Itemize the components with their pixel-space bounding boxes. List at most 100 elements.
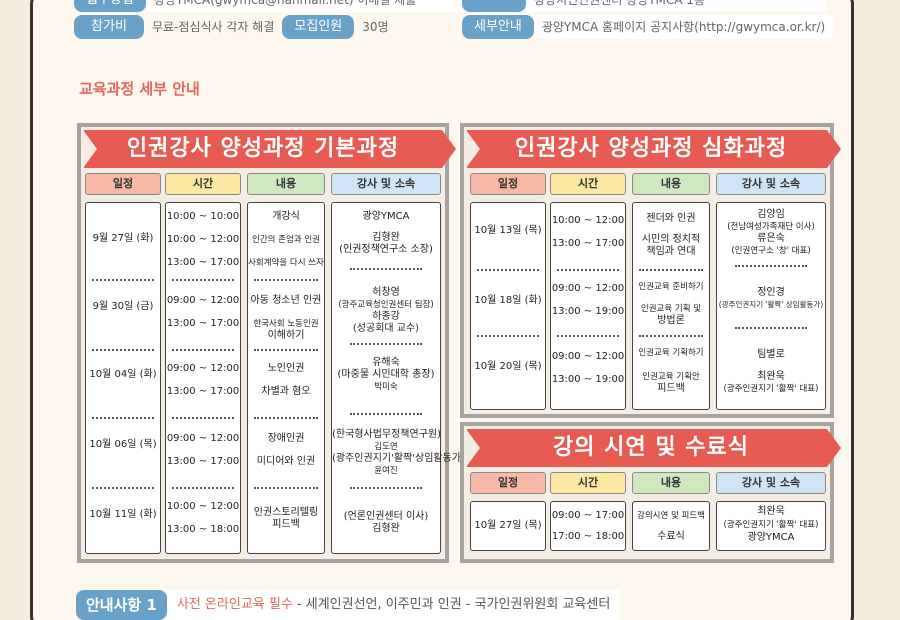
advanced-course-title: 인권강사 양성과정 심화과정 — [466, 130, 841, 168]
basic-date: 10월 11일 (화) — [89, 509, 157, 520]
basic-date: 9월 27일 (화) — [92, 233, 154, 244]
basic-speaker: 유해숙 — [372, 357, 400, 368]
advanced-speaker: (광주인권지기 '활짝' 상임활동가) — [718, 300, 824, 309]
info-row-details: 세부안내 광양YMCA 홈페이지 공지사항(http://gwymca.or.k… — [462, 15, 834, 39]
details-value: 광양YMCA 홈페이지 공지사항(http://gwymca.or.kr/) — [533, 15, 834, 39]
basic-speaker: 광양YMCA — [362, 211, 410, 222]
basic-speaker: 김형완 — [372, 523, 400, 534]
header-time: 시간 — [165, 173, 241, 195]
advanced-content: 책임과 연대 — [646, 246, 696, 257]
advanced-content: 인권교육 준비하기 — [638, 282, 704, 292]
basic-time-column: 10:00 ~ 10:00 10:00 ~ 12:00 13:00 ~ 17:0… — [165, 202, 241, 554]
basic-time: 13:00 ~ 17:00 — [166, 318, 240, 329]
basic-time: 09:00 ~ 12:00 — [166, 433, 240, 444]
basic-content: 차별과 혐오 — [261, 386, 311, 397]
basic-time: 13:00 ~ 17:00 — [166, 257, 240, 268]
fee-label: 참가비 — [74, 15, 144, 39]
advanced-speaker: 최완욱 — [757, 371, 785, 382]
basic-course-title: 인권강사 양성과정 기본과정 — [83, 130, 456, 168]
basic-speaker-column: 광양YMCA 김형완 (인권정책연구소 소장) 허창영 (광주교육청인권센터 팀… — [331, 202, 465, 554]
demo-time: 17:00 ~ 18:00 — [551, 531, 625, 542]
notice-body: - 세계인권선언, 이주민과 인권 - 국가인권위원회 교육센터 — [292, 597, 611, 612]
basic-speaker: 하종강 — [372, 311, 400, 322]
basic-time: 13:00 ~ 18:00 — [166, 524, 240, 535]
header-content: 내용 — [247, 173, 325, 195]
demo-speaker: 광양YMCA — [747, 532, 795, 543]
info-row-application: 접수방법 광양YMCA(gwymca@hanmail.net) 이메일 제출 — [74, 0, 476, 12]
advanced-time: 09:00 ~ 12:00 — [551, 283, 625, 294]
advanced-date: 10월 18일 (화) — [474, 295, 542, 306]
basic-content: 개강식 — [272, 211, 300, 222]
info-row-fee: 참가비 무료-점심식사 각자 해결 모집인원 30명 — [74, 15, 397, 39]
advanced-speaker: (전남여성가족재단 이사) — [727, 222, 815, 232]
header-content: 내용 — [632, 472, 710, 494]
advanced-speaker: 팀별로 — [757, 349, 785, 360]
basic-content: 미디어와 인권 — [256, 456, 316, 467]
basic-content-column: 개강식 인간의 존엄과 인권 사회계약을 다시 쓰자 아동 청소년 인권 한국사… — [247, 202, 325, 554]
advanced-course-box: 인권강사 양성과정 심화과정 일정 시간 내용 강사 및 소속 10월 13일 … — [460, 123, 841, 418]
advanced-time: 13:00 ~ 19:00 — [551, 374, 625, 385]
basic-content: 이해하기 — [267, 330, 305, 341]
notice-row: 안내사항 1 사전 온라인교육 필수 - 세계인권선언, 이주민과 인권 - 국… — [76, 590, 621, 620]
basic-time: 13:00 ~ 17:00 — [166, 456, 240, 467]
advanced-content: 인권교육 기획안 — [642, 372, 700, 382]
basic-content: 인권스토리텔링 — [253, 507, 319, 518]
basic-speaker: (인권정책연구소 소장) — [339, 244, 433, 255]
header-content: 내용 — [632, 173, 710, 195]
advanced-content: 방법론 — [657, 315, 685, 326]
basic-date: 10월 04일 (화) — [89, 369, 157, 380]
advanced-content: 인권교육 기획하기 — [638, 348, 704, 358]
notice-text: 사전 온라인교육 필수 - 세계인권선언, 이주민과 인권 - 국가인권위원회 … — [166, 590, 621, 620]
page-margin-left — [0, 0, 30, 620]
demo-speaker: (광주인권지기 '활짝' 대표) — [723, 520, 819, 530]
advanced-speaker: 류은숙 — [757, 233, 785, 244]
demo-time-column: 09:00 ~ 17:00 17:00 ~ 18:00 — [550, 501, 626, 551]
basic-course-box: 인권강사 양성과정 기본과정 일정 시간 내용 강사 및 소속 9월 27일 (… — [77, 123, 465, 563]
basic-speaker: 김형완 — [372, 232, 400, 243]
header-speaker: 강사 및 소속 — [716, 173, 826, 195]
advanced-content: 인권교육 기획 및 — [640, 304, 702, 314]
advanced-speaker: 김양임 — [757, 209, 785, 220]
header-time: 시간 — [550, 472, 626, 494]
basic-speaker: 허창영 — [372, 287, 400, 298]
demo-speaker-column: 최완욱 (광주인권지기 '활짝' 대표) 광양YMCA — [716, 501, 826, 551]
basic-speaker: (한국형사법무정책연구원) — [332, 429, 442, 440]
basic-date: 9월 30일 (금) — [92, 301, 154, 312]
demo-time: 09:00 ~ 17:00 — [551, 510, 625, 521]
basic-speaker: (성공회대 교수) — [352, 323, 420, 334]
capacity-label: 모집인원 — [282, 15, 355, 39]
header-speaker: 강사 및 소속 — [716, 472, 826, 494]
advanced-content: 젠더와 인권 — [646, 213, 696, 224]
capacity-value: 30명 — [362, 20, 389, 34]
basic-speaker: (언론인권센터 이사) — [343, 511, 429, 522]
header-speaker: 강사 및 소속 — [331, 173, 441, 195]
application-method-label: 접수방법 — [74, 0, 146, 12]
basic-date: 10월 06일 (목) — [89, 439, 157, 450]
basic-content: 장애인권 — [267, 433, 305, 444]
demo-speaker: 최완욱 — [757, 506, 785, 517]
demo-date-column: 10월 27일 (목) — [470, 501, 546, 551]
demo-course-title: 강의 시연 및 수료식 — [466, 429, 841, 467]
basic-time: 13:00 ~ 17:00 — [166, 386, 240, 397]
application-method-value: 광양YMCA(gwymca@hanmail.net) 이메일 제출 — [145, 0, 476, 12]
basic-content: 한국사회 노동인권 — [253, 319, 319, 329]
basic-time: 10:00 ~ 10:00 — [166, 211, 240, 222]
basic-time: 10:00 ~ 12:00 — [166, 234, 240, 245]
basic-speaker: (광주인권지기'활짝'상임활동가) — [332, 453, 465, 464]
demo-course-box: 강의 시연 및 수료식 일정 시간 내용 강사 및 소속 10월 27일 (목)… — [460, 422, 841, 563]
advanced-time: 09:00 ~ 12:00 — [551, 351, 625, 362]
basic-speaker: (광주교육청인권센터 팀장) — [338, 300, 434, 310]
basic-content: 아동 청소년 인권 — [250, 295, 322, 306]
basic-date-column: 9월 27일 (화) 9월 30일 (금) 10월 04일 (화) 10월 06… — [85, 202, 161, 554]
basic-content: 노인인권 — [267, 363, 305, 374]
basic-time: 09:00 ~ 12:00 — [166, 363, 240, 374]
details-label: 세부안내 — [462, 15, 534, 39]
advanced-date: 10월 20일 (목) — [474, 361, 542, 372]
header-date: 일정 — [85, 173, 161, 195]
notice-highlight: 사전 온라인교육 필수 — [176, 597, 293, 612]
advanced-speaker: (광주인권지기 '활짝' 대표) — [723, 384, 819, 394]
fee-value: 무료-점심식사 각자 해결 — [152, 20, 275, 34]
advanced-time: 13:00 ~ 19:00 — [551, 306, 625, 317]
demo-content: 수료식 — [657, 531, 685, 542]
basic-content: 피드백 — [272, 519, 300, 530]
